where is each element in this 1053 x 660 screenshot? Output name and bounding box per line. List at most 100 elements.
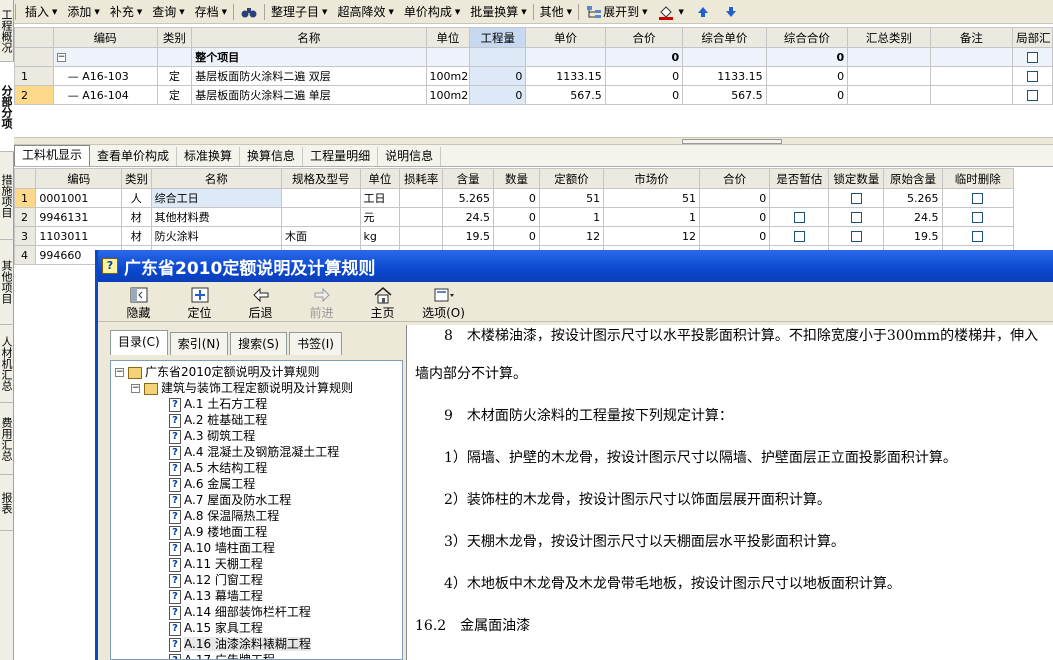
checkbox[interactable] bbox=[850, 212, 862, 223]
column-header[interactable]: 规格及型号 bbox=[281, 168, 361, 189]
comp-price-cell[interactable]: 1133.15 bbox=[682, 66, 767, 86]
price-cell[interactable]: 1133.15 bbox=[525, 66, 606, 86]
comp-total-cell[interactable]: 0 bbox=[765, 85, 849, 105]
column-header[interactable]: 合价 bbox=[698, 168, 771, 189]
table-row[interactable]: 2 9946131 材其他材料费元 24.5 0 1 1 0 24.5 bbox=[13, 207, 1015, 227]
toolbar-icon-button[interactable] bbox=[689, 2, 717, 22]
market-price-cell[interactable]: 12 bbox=[603, 226, 700, 246]
checkbox[interactable] bbox=[972, 231, 984, 242]
content-cell[interactable]: 19.5 bbox=[442, 226, 495, 246]
toolbar-10-button[interactable]: 其他 ▼ bbox=[535, 2, 577, 22]
checkbox[interactable] bbox=[972, 212, 984, 223]
estimate-cell[interactable] bbox=[769, 226, 830, 246]
quantity-cell[interactable]: 0 bbox=[493, 207, 540, 227]
pane-splitter[interactable] bbox=[14, 137, 1053, 145]
unit-cell[interactable]: 工日 bbox=[359, 188, 401, 208]
pane-tab[interactable]: 书签(I) bbox=[289, 332, 342, 355]
type-cell[interactable]: 定 bbox=[156, 85, 193, 105]
detail-tab[interactable]: 说明信息 bbox=[378, 147, 442, 166]
loss-cell[interactable] bbox=[399, 226, 444, 246]
detail-tab[interactable]: 标准换算 bbox=[177, 147, 241, 166]
remark-cell[interactable] bbox=[929, 66, 1014, 86]
dialog-titlebar[interactable]: ? 广东省2010定额说明及计算规则 bbox=[98, 250, 1053, 282]
content-cell[interactable]: 24.5 bbox=[442, 207, 495, 227]
tree-item[interactable]: ? A.3 砌筑工程 bbox=[169, 428, 255, 444]
column-header[interactable]: 数量 bbox=[493, 168, 540, 189]
pane-tab[interactable]: 目录(C) bbox=[110, 330, 168, 355]
tree-item[interactable]: ? A.7 屋面及防水工程 bbox=[169, 492, 291, 508]
group-row[interactable]: − 整个项目 0 0 bbox=[14, 47, 1053, 67]
code-cell[interactable]: 1103011 bbox=[35, 226, 123, 246]
quantity-cell[interactable]: 0 bbox=[469, 66, 527, 86]
code-cell[interactable]: — A16-103 bbox=[52, 66, 158, 86]
loss-cell[interactable] bbox=[399, 188, 444, 208]
loss-cell[interactable] bbox=[399, 207, 444, 227]
lock-qty-cell[interactable] bbox=[828, 188, 885, 208]
splitter-grip[interactable] bbox=[682, 139, 782, 144]
toolbar-2-button[interactable]: 补充 ▼ bbox=[105, 2, 147, 22]
row-number[interactable]: 2 bbox=[14, 85, 54, 105]
checkbox[interactable] bbox=[1027, 52, 1039, 63]
total-cell[interactable]: 0 bbox=[698, 207, 771, 227]
checkbox[interactable] bbox=[850, 193, 862, 204]
side-tab[interactable]: 费用汇总 bbox=[0, 403, 14, 475]
detail-tab[interactable]: 查看单价构成 bbox=[90, 147, 178, 166]
temp-delete-cell[interactable] bbox=[941, 226, 1015, 246]
column-header[interactable]: 名称 bbox=[191, 27, 427, 48]
column-header[interactable]: 合价 bbox=[604, 27, 684, 48]
quantity-cell[interactable]: 0 bbox=[469, 85, 527, 105]
toolbar-icon-button[interactable] bbox=[717, 2, 745, 22]
side-tab[interactable]: 措施项目 bbox=[0, 152, 14, 240]
unit-cell[interactable]: 100m2 bbox=[425, 85, 471, 105]
collapse-icon[interactable]: − bbox=[131, 384, 140, 393]
tree-item[interactable]: ? A.8 保温隔热工程 bbox=[169, 508, 279, 524]
temp-delete-cell[interactable] bbox=[941, 207, 1015, 227]
side-tab[interactable]: 其他项目 bbox=[0, 240, 14, 325]
quantity-cell[interactable]: 0 bbox=[493, 188, 540, 208]
checkbox[interactable] bbox=[793, 231, 805, 242]
type-cell[interactable]: 定 bbox=[156, 66, 193, 86]
side-tab[interactable]: 人材机汇总 bbox=[0, 325, 14, 403]
summary-type-cell[interactable] bbox=[847, 85, 931, 105]
total-cell[interactable]: 0 bbox=[604, 66, 684, 86]
unit-cell[interactable]: kg bbox=[359, 226, 401, 246]
tree-item[interactable]: ? A.12 门窗工程 bbox=[169, 572, 263, 588]
market-price-cell[interactable]: 51 bbox=[603, 188, 700, 208]
column-header[interactable] bbox=[14, 27, 54, 48]
tree-item[interactable]: ? A.2 桩基础工程 bbox=[169, 412, 267, 428]
toolbar-3-button[interactable]: 查询 ▼ bbox=[147, 2, 189, 22]
column-header[interactable]: 原始含量 bbox=[883, 168, 943, 189]
column-header[interactable]: 损耗率 bbox=[399, 168, 444, 189]
toolbar-6-button[interactable]: 整理子目 ▼ bbox=[266, 2, 332, 22]
hide-button[interactable]: 隐藏 bbox=[108, 282, 169, 321]
content-cell[interactable]: 5.265 bbox=[442, 188, 495, 208]
column-header[interactable]: 局部汇 bbox=[1012, 27, 1053, 48]
comp-price-cell[interactable]: 567.5 bbox=[682, 85, 767, 105]
partial-total-cell[interactable] bbox=[1012, 66, 1053, 86]
side-tab[interactable]: 分部分项 bbox=[0, 62, 14, 152]
partial-total-cell[interactable] bbox=[1012, 47, 1053, 67]
column-header[interactable]: 编码 bbox=[52, 27, 158, 48]
tree-item[interactable]: ? A.13 幕墙工程 bbox=[169, 588, 263, 604]
toolbar-icon-button[interactable]: ▼ bbox=[652, 2, 688, 22]
tree-item[interactable]: ? A.6 金属工程 bbox=[169, 476, 255, 492]
toolbar-icon-button[interactable] bbox=[235, 2, 263, 22]
column-header[interactable]: 锁定数量 bbox=[828, 168, 885, 189]
market-price-cell[interactable]: 1 bbox=[603, 207, 700, 227]
quantity-cell[interactable]: 0 bbox=[493, 226, 540, 246]
original-content-cell[interactable]: 19.5 bbox=[883, 226, 943, 246]
table-row[interactable]: 1 0001001 人综合工日 工日 5.265 0 51 51 0 5.265 bbox=[13, 188, 1015, 208]
toolbar-4-button[interactable]: 存档 ▼ bbox=[190, 2, 232, 22]
side-tab[interactable]: 报表 bbox=[0, 475, 14, 531]
column-header[interactable]: 综合合价 bbox=[765, 27, 849, 48]
column-header[interactable]: 综合单价 bbox=[682, 27, 767, 48]
unit-cell[interactable]: 元 bbox=[359, 207, 401, 227]
temp-delete-cell[interactable] bbox=[941, 188, 1015, 208]
column-header[interactable]: 编码 bbox=[35, 168, 123, 189]
column-header[interactable]: 汇总类别 bbox=[847, 27, 931, 48]
toolbar-7-button[interactable]: 超高降效 ▼ bbox=[332, 2, 398, 22]
row-number[interactable]: 1 bbox=[14, 66, 54, 86]
tree-item[interactable]: ? A.1 土石方工程 bbox=[169, 396, 267, 412]
home-button[interactable]: 主页 bbox=[352, 282, 413, 321]
code-cell[interactable]: 0001001 bbox=[35, 188, 123, 208]
